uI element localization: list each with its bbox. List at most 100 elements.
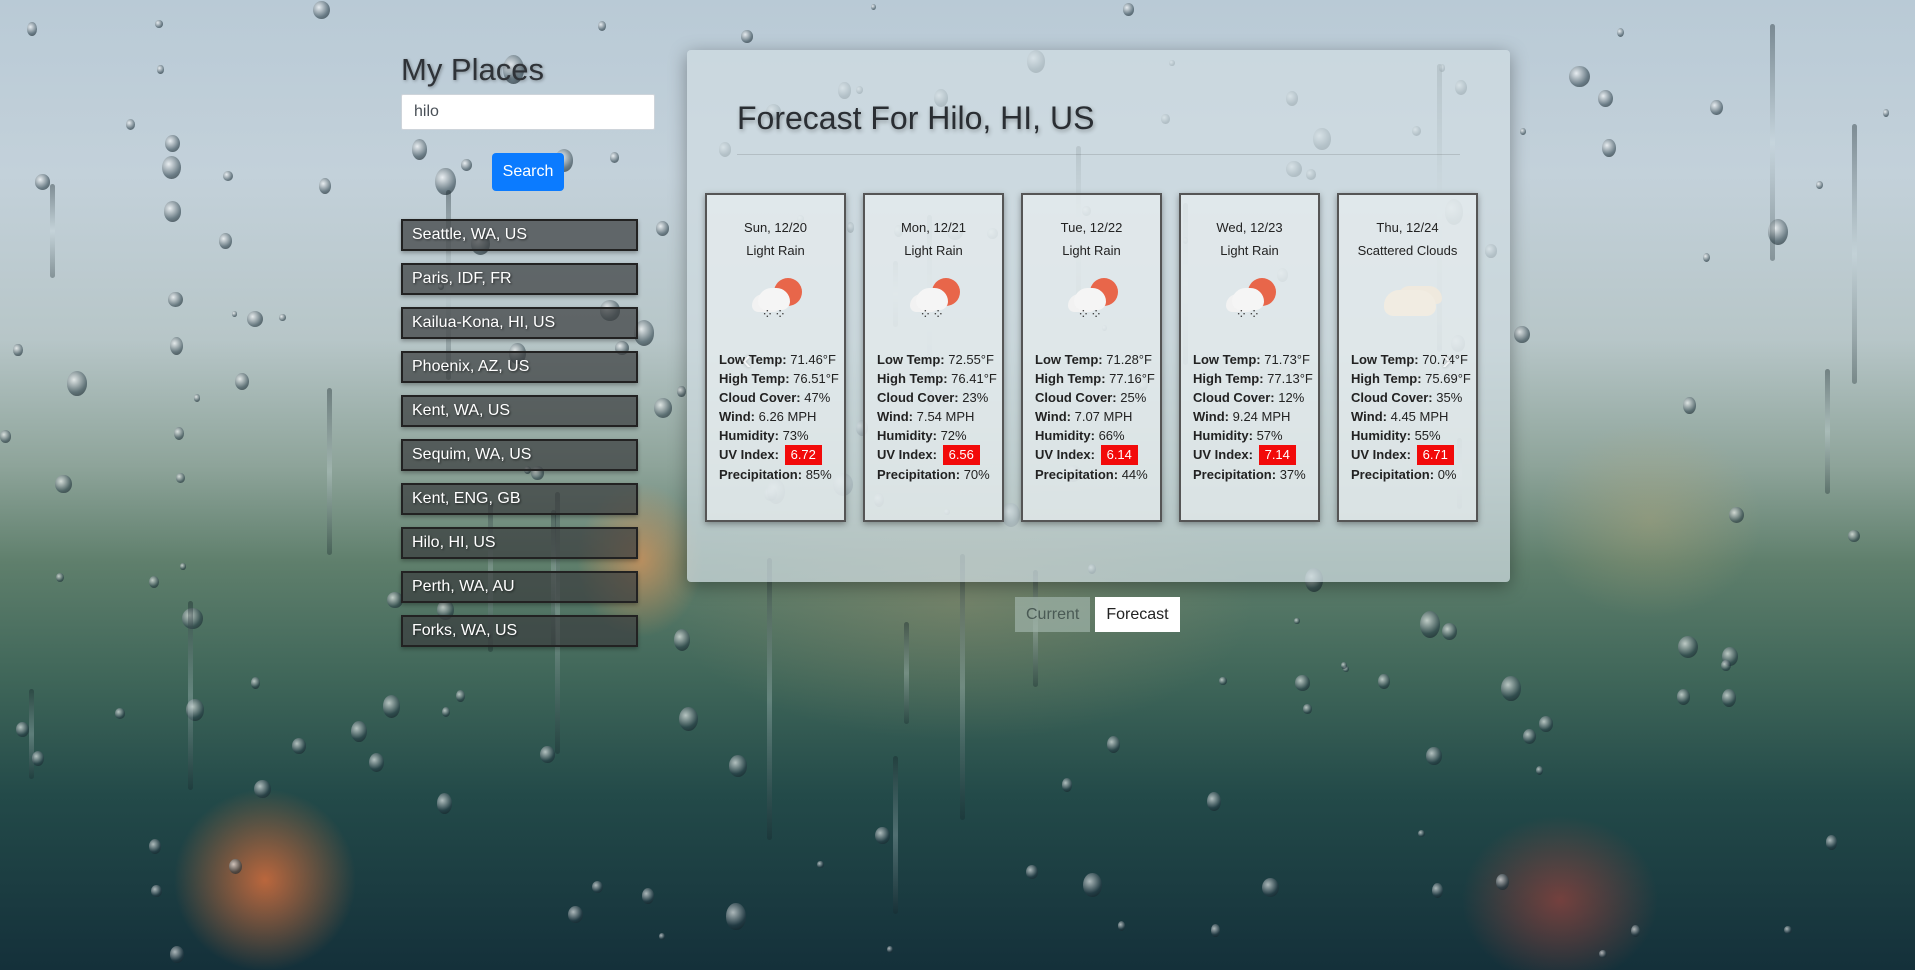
- stat-row-uv: UV Index: 6.71: [1351, 445, 1476, 465]
- stat-label: Low Temp:: [1351, 352, 1419, 367]
- light-rain-icon: ⁘⁘: [1060, 270, 1124, 330]
- light-rain-icon: ⁘⁘: [1218, 270, 1282, 330]
- uv-index-badge: 6.72: [784, 445, 822, 465]
- card-condition: Light Rain: [1062, 243, 1121, 258]
- stat-value: 0%: [1437, 467, 1457, 482]
- stat-row-cloud: Cloud Cover: 35%: [1351, 388, 1476, 407]
- stat-value: 71.46°F: [790, 352, 836, 367]
- stat-label: UV Index:: [877, 447, 937, 462]
- stat-label: Low Temp:: [719, 352, 787, 367]
- stat-row-humidity: Humidity: 57%: [1193, 426, 1318, 445]
- stat-row-low: Low Temp: 71.73°F: [1193, 350, 1318, 369]
- forecast-card: Thu, 12/24 Scattered Clouds Low Temp: 70…: [1337, 193, 1478, 522]
- stat-label: UV Index:: [1035, 447, 1095, 462]
- uv-index-badge: 6.14: [1100, 445, 1138, 465]
- search-button[interactable]: Search: [492, 153, 564, 191]
- place-item-perth[interactable]: Perth, WA, AU: [401, 571, 638, 603]
- stat-row-uv: UV Index: 7.14: [1193, 445, 1318, 465]
- card-condition: Light Rain: [904, 243, 963, 258]
- stat-row-high: High Temp: 76.41°F: [877, 369, 1002, 388]
- carousel-prev-icon[interactable]: ‹: [742, 344, 751, 376]
- stat-label: Wind:: [1351, 409, 1387, 424]
- uv-index-badge: 6.56: [942, 445, 980, 465]
- place-item-paris[interactable]: Paris, IDF, FR: [401, 263, 638, 295]
- stat-label: Low Temp:: [877, 352, 945, 367]
- stat-value: 23%: [962, 390, 989, 405]
- place-item-kent-eng[interactable]: Kent, ENG, GB: [401, 483, 638, 515]
- card-stats: Low Temp: 72.55°F High Temp: 76.41°F Cloud…: [865, 350, 1002, 484]
- stat-label: Precipitation:: [719, 467, 803, 482]
- stat-row-high: High Temp: 77.13°F: [1193, 369, 1318, 388]
- place-item-sequim[interactable]: Sequim, WA, US: [401, 439, 638, 471]
- my-places-title: My Places: [401, 52, 544, 87]
- forecast-card: Mon, 12/21 Light Rain ⁘⁘ Low Temp: 72.55…: [863, 193, 1004, 522]
- forecast-card: Wed, 12/23 Light Rain ⁘⁘ Low Temp: 71.73…: [1179, 193, 1320, 522]
- stat-row-low: Low Temp: 71.46°F: [719, 350, 844, 369]
- stat-row-wind: Wind: 6.26 MPH: [719, 407, 844, 426]
- card-date: Wed, 12/23: [1216, 220, 1283, 235]
- saved-places-list: Seattle, WA, US Paris, IDF, FR Kailua-Ko…: [401, 219, 655, 647]
- stat-value: 72.55°F: [948, 352, 994, 367]
- stat-row-high: High Temp: 76.51°F: [719, 369, 844, 388]
- forecast-title: Forecast For Hilo, HI, US: [737, 100, 1095, 136]
- current-view-button[interactable]: Current: [1015, 597, 1091, 632]
- uv-index-badge: 7.14: [1258, 445, 1296, 465]
- stat-label: Wind:: [719, 409, 755, 424]
- card-stats: Low Temp: 71.73°F High Temp: 77.13°F Cloud…: [1181, 350, 1318, 484]
- stat-row-high: High Temp: 75.69°F: [1351, 369, 1476, 388]
- stat-label: Humidity:: [1351, 428, 1411, 443]
- forecast-card: Sun, 12/20 Light Rain ⁘⁘ Low Temp: 71.46…: [705, 193, 846, 522]
- stat-row-wind: Wind: 7.07 MPH: [1035, 407, 1160, 426]
- stat-label: High Temp:: [1035, 371, 1106, 386]
- stat-row-humidity: Humidity: 66%: [1035, 426, 1160, 445]
- stat-label: High Temp:: [1351, 371, 1422, 386]
- stat-label: High Temp:: [1193, 371, 1264, 386]
- stat-value: 76.51°F: [793, 371, 839, 386]
- stat-value: 35%: [1436, 390, 1463, 405]
- stat-value: 70%: [963, 467, 990, 482]
- stat-row-precip: Precipitation: 70%: [877, 465, 1002, 484]
- card-condition: Scattered Clouds: [1357, 243, 1458, 258]
- stat-value: 7.54 MPH: [916, 409, 975, 424]
- stat-value: 85%: [805, 467, 832, 482]
- stat-label: Precipitation:: [1351, 467, 1435, 482]
- stat-value: 7.07 MPH: [1074, 409, 1133, 424]
- stat-value: 73%: [782, 428, 809, 443]
- stat-value: 77.16°F: [1109, 371, 1155, 386]
- card-date: Sun, 12/20: [744, 220, 807, 235]
- card-date: Mon, 12/21: [900, 220, 967, 235]
- stat-row-cloud: Cloud Cover: 12%: [1193, 388, 1318, 407]
- stat-row-wind: Wind: 9.24 MPH: [1193, 407, 1318, 426]
- place-item-forks[interactable]: Forks, WA, US: [401, 615, 638, 647]
- stat-label: UV Index:: [1193, 447, 1253, 462]
- place-item-phoenix[interactable]: Phoenix, AZ, US: [401, 351, 638, 383]
- uv-index-badge: 6.71: [1416, 445, 1454, 465]
- stat-value: 76.41°F: [951, 371, 997, 386]
- stat-label: Cloud Cover:: [1351, 390, 1433, 405]
- stat-label: Wind:: [1193, 409, 1229, 424]
- title-divider: [737, 154, 1460, 155]
- stat-row-humidity: Humidity: 55%: [1351, 426, 1476, 445]
- place-item-hilo[interactable]: Hilo, HI, US: [401, 527, 638, 559]
- place-item-seattle[interactable]: Seattle, WA, US: [401, 219, 638, 251]
- city-search-input[interactable]: [401, 94, 655, 130]
- stat-row-humidity: Humidity: 73%: [719, 426, 844, 445]
- place-item-kent-wa[interactable]: Kent, WA, US: [401, 395, 638, 427]
- stat-row-uv: UV Index: 6.14: [1035, 445, 1160, 465]
- stat-value: 71.28°F: [1106, 352, 1152, 367]
- stat-row-precip: Precipitation: 44%: [1035, 465, 1160, 484]
- stat-value: 72%: [940, 428, 967, 443]
- forecast-view-button[interactable]: Forecast: [1095, 597, 1180, 632]
- stat-label: Cloud Cover:: [1193, 390, 1275, 405]
- stat-row-wind: Wind: 7.54 MPH: [877, 407, 1002, 426]
- light-rain-icon: ⁘⁘: [902, 270, 966, 330]
- my-places-sidebar: My Places Search Seattle, WA, US Paris, …: [401, 52, 655, 659]
- stat-value: 44%: [1121, 467, 1148, 482]
- stat-value: 57%: [1256, 428, 1283, 443]
- place-item-kailua-kona[interactable]: Kailua-Kona, HI, US: [401, 307, 638, 339]
- stat-label: Wind:: [877, 409, 913, 424]
- carousel-next-icon[interactable]: ›: [1442, 344, 1451, 376]
- stat-value: 55%: [1414, 428, 1441, 443]
- stat-label: Wind:: [1035, 409, 1071, 424]
- stat-row-cloud: Cloud Cover: 25%: [1035, 388, 1160, 407]
